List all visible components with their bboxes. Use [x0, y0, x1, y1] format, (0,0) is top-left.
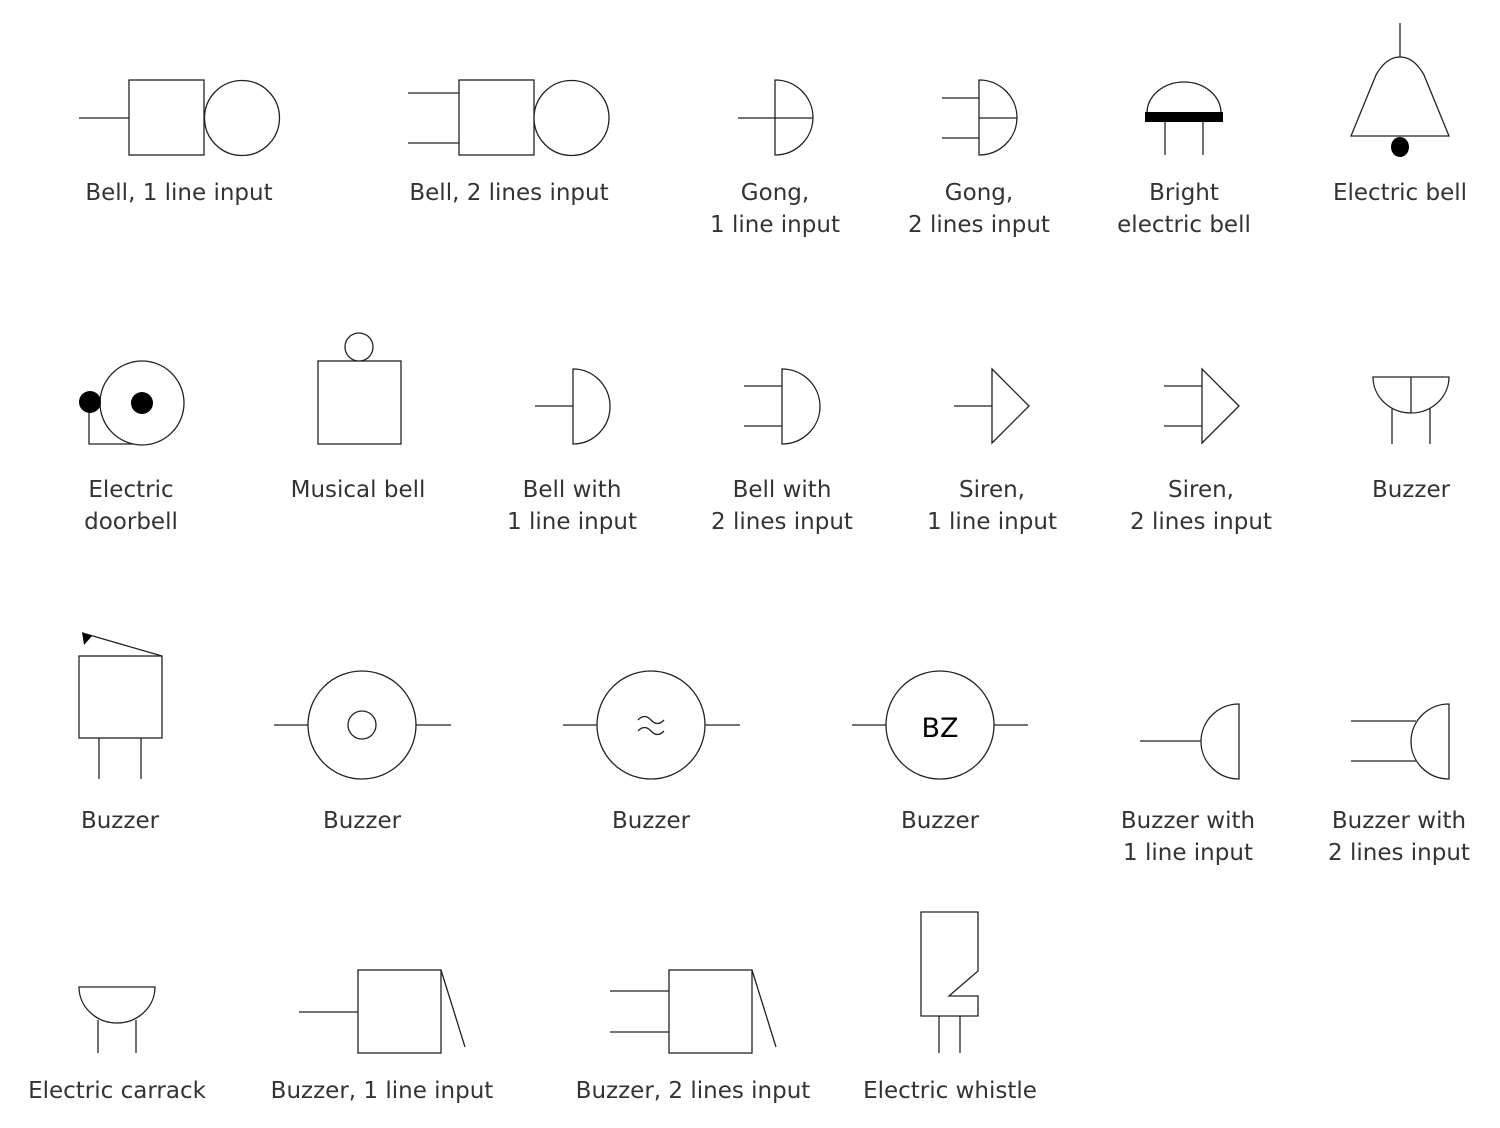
bell-with-1-line-symbol — [535, 368, 611, 445]
label-gong-1-line-2: 1 line input — [710, 212, 840, 238]
bright-electric-bell-symbol — [1145, 81, 1223, 155]
electric-carrack-symbol — [78, 986, 156, 1053]
buzzer-bz-symbol: BZ — [852, 670, 1028, 780]
electric-doorbell-symbol — [79, 360, 185, 446]
electric-bell-symbol — [1350, 23, 1450, 157]
bz-text: BZ — [921, 713, 958, 744]
buzzer-dome-symbol — [1372, 376, 1450, 444]
label-carrack: Electric carrack — [28, 1078, 207, 1104]
siren-2-lines-symbol — [1164, 367, 1240, 445]
buzzer-2-lines-symbol — [610, 969, 777, 1054]
siren-1-line-symbol — [954, 367, 1030, 445]
symbol-sheet: BZ Bell, 1 line input Bell, 2 lines inpu… — [28, 23, 1470, 1104]
label-siren-2-2: 2 lines input — [1130, 509, 1272, 535]
label-musical-bell: Musical bell — [291, 477, 426, 503]
label-buzzer-with-1: Buzzer with — [1121, 808, 1255, 834]
label-bright-bell: Bright — [1149, 180, 1219, 206]
label-buzzer-circle: Buzzer — [323, 808, 402, 834]
label-bright-bell-2: electric bell — [1117, 212, 1251, 238]
gong-2-lines-symbol — [942, 79, 1018, 156]
bell-1-line-symbol — [79, 79, 281, 157]
label-buzzer-tilde: Buzzer — [612, 808, 691, 834]
label-whistle: Electric whistle — [863, 1078, 1037, 1104]
label-buzzer-bz: Buzzer — [901, 808, 980, 834]
buzzer-with-2-lines-symbol — [1351, 703, 1450, 780]
label-siren-2: Siren, — [1168, 477, 1234, 503]
label-buzzer-2-lines: Buzzer, 2 lines input — [576, 1078, 811, 1104]
label-gong-2-lines-2: 2 lines input — [908, 212, 1050, 238]
label-buzzer-box: Buzzer — [81, 808, 160, 834]
label-buzzer-with-1-2: 1 line input — [1123, 840, 1253, 866]
label-electric-bell: Electric bell — [1333, 180, 1467, 206]
label-bell-with-2: Bell with — [733, 477, 832, 503]
label-bell-2-lines: Bell, 2 lines input — [409, 180, 608, 206]
buzzer-tilde-symbol — [563, 670, 740, 780]
musical-bell-symbol — [317, 332, 402, 445]
bell-2-lines-symbol — [408, 79, 610, 157]
buzzer-1-line-symbol — [299, 969, 466, 1054]
label-siren-1-2: 1 line input — [927, 509, 1057, 535]
label-buzzer-with-2-2: 2 lines input — [1328, 840, 1470, 866]
label-bell-with-2-2: 2 lines input — [711, 509, 853, 535]
label-bell-with-1-2: 1 line input — [507, 509, 637, 535]
label-gong-1-line: Gong, — [741, 180, 809, 206]
gong-1-line-symbol — [738, 79, 814, 156]
label-gong-2-lines: Gong, — [945, 180, 1013, 206]
electric-whistle-symbol — [920, 911, 979, 1053]
label-bell-with-1: Bell with — [523, 477, 622, 503]
label-buzzer-dome: Buzzer — [1372, 477, 1451, 503]
label-buzzer-1-line: Buzzer, 1 line input — [271, 1078, 494, 1104]
label-bell-1-line: Bell, 1 line input — [85, 180, 272, 206]
buzzer-with-1-line-symbol — [1140, 703, 1240, 780]
label-buzzer-with-2: Buzzer with — [1332, 808, 1466, 834]
buzzer-circle-symbol — [274, 670, 451, 780]
label-siren-1: Siren, — [959, 477, 1025, 503]
buzzer-box-symbol — [78, 632, 163, 779]
label-doorbell: Electric — [88, 477, 173, 503]
label-doorbell-2: doorbell — [84, 509, 178, 535]
labels: Bell, 1 line input Bell, 2 lines input G… — [28, 180, 1470, 1104]
bell-with-2-lines-symbol — [744, 368, 821, 445]
